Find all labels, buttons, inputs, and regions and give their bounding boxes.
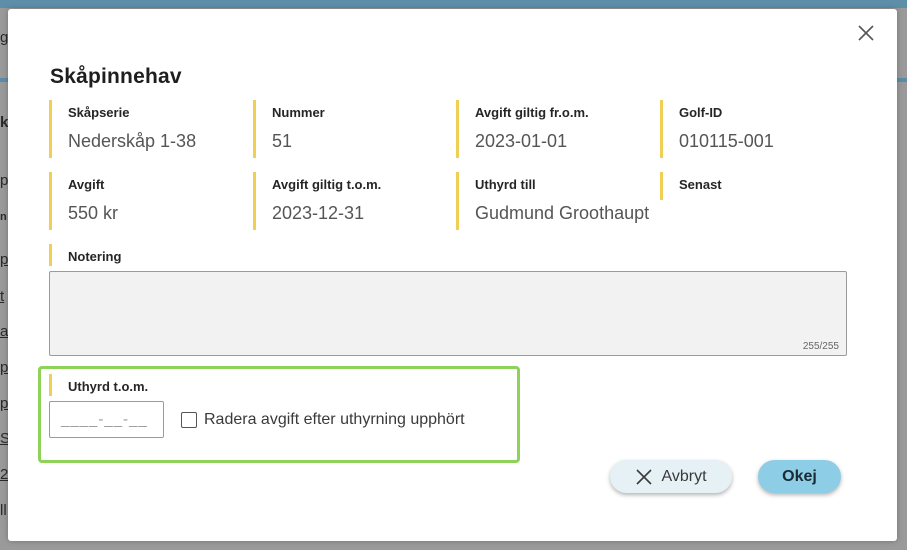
background-topbar — [0, 0, 907, 8]
field-fee-value: 550 kr — [68, 203, 119, 223]
ok-button[interactable]: Okej — [758, 460, 841, 493]
field-valid-to-value: 2023-12-31 — [272, 203, 365, 223]
field-rented-to-value: Gudmund Groothaupt — [475, 203, 650, 223]
field-number-value: 51 — [272, 131, 293, 151]
close-icon — [636, 468, 653, 485]
field-valid-to: Avgift giltig t.o.m. 2023-12-31 — [253, 172, 443, 230]
ok-button-label: Okej — [782, 467, 817, 485]
field-golf-id-value: 010115-001 — [679, 131, 774, 151]
field-rented-to: Uthyrd till Gudmund Groothaupt — [456, 172, 666, 230]
dialog-title: Skåpinnehav — [50, 65, 182, 88]
field-fee-label: Avgift — [68, 177, 105, 192]
field-valid-to-label: Avgift giltig t.o.m. — [272, 177, 382, 192]
locker-content-dialog: Skåpinnehav Skåpserie Nederskåp 1-38 Num… — [8, 9, 897, 541]
cancel-button[interactable]: Avbryt — [610, 460, 732, 493]
rental-end-date-input[interactable]: ____-__-__ — [49, 401, 164, 438]
field-rented-to-label: Uthyrd till — [475, 177, 536, 192]
field-series-label: Skåpserie — [68, 105, 130, 120]
notes-character-counter: 255/255 — [802, 341, 839, 352]
cancel-button-label: Avbryt — [661, 467, 707, 485]
delete-fee-checkbox-label[interactable]: Radera avgift efter uthyrning upphört — [204, 411, 465, 429]
field-latest: Senast — [660, 172, 850, 200]
notes-label: Notering — [49, 244, 121, 266]
close-icon — [858, 25, 874, 41]
notes-label-text: Notering — [68, 249, 122, 264]
field-fee: Avgift 550 kr — [49, 172, 239, 230]
rental-end-label-text: Uthyrd t.o.m. — [68, 379, 149, 394]
field-series: Skåpserie Nederskåp 1-38 — [49, 100, 239, 158]
delete-fee-checkbox[interactable] — [181, 412, 197, 428]
field-valid-from-label: Avgift giltig fr.o.m. — [475, 105, 589, 120]
field-valid-from-value: 2023-01-01 — [475, 131, 568, 151]
field-number: Nummer 51 — [253, 100, 443, 158]
field-series-value: Nederskåp 1-38 — [68, 131, 197, 151]
close-button[interactable] — [856, 23, 876, 43]
field-golf-id-label: Golf-ID — [679, 105, 723, 120]
field-number-label: Nummer — [272, 105, 325, 120]
field-latest-label: Senast — [679, 177, 722, 192]
notes-textarea[interactable]: 255/255 — [49, 271, 847, 356]
rental-end-label: Uthyrd t.o.m. — [49, 374, 148, 396]
field-valid-from: Avgift giltig fr.o.m. 2023-01-01 — [456, 100, 646, 158]
field-golf-id: Golf-ID 010115-001 — [660, 100, 850, 158]
